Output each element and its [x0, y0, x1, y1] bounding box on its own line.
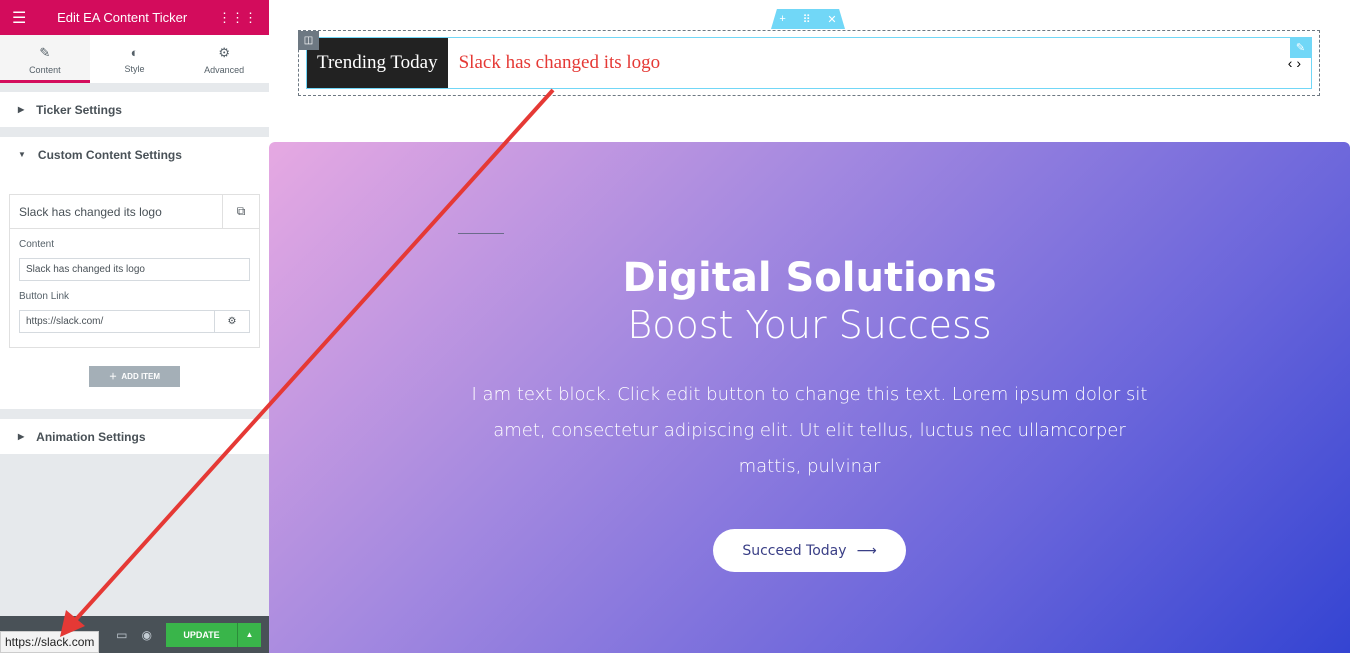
annotation-arrow	[60, 88, 555, 637]
